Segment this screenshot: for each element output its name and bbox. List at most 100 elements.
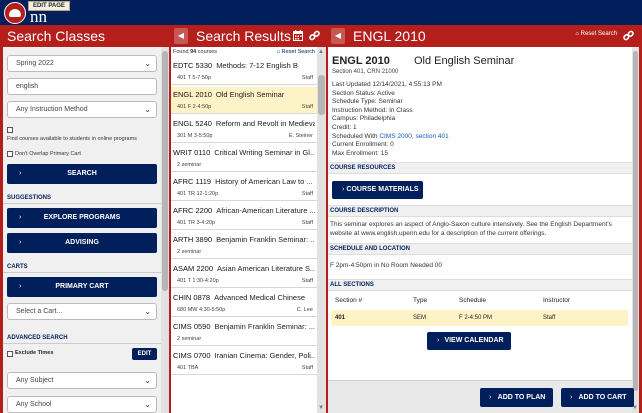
subject-select[interactable]: Any Subject ⌄ [7,372,157,389]
logo-text: nn [30,7,47,26]
chevron-left-icon: ◀ [177,31,185,40]
course-row[interactable]: ARTH 3890 Benjamin Franklin Seminar: ... 2… [171,232,317,259]
no-overlap-checkbox[interactable] [7,151,13,157]
top-bar: EDIT PAGE nn [0,0,642,25]
scheduled-with-label: Scheduled With [332,132,380,140]
course-detail-header: ◀ ENGL 2010 ⌂ Reset Search [328,25,639,47]
course-row[interactable]: WRIT 0110 Critical Writing Seminar in Gl.… [171,145,317,172]
course-row[interactable]: CIMS 0590 Benjamin Franklin Seminar: ... 2… [171,319,317,346]
middle-scrollbar[interactable]: ▲ ▼ [317,47,326,413]
course-detail-line: Instruction Method: In Class [332,106,413,114]
select-cart-dropdown[interactable]: Select a Cart... ⌄ [7,303,157,320]
explore-programs-label: EXPLORE PROGRAMS [43,214,121,221]
course-instructor: Staff [301,75,313,81]
course-detail-title: ENGL 2010 [353,28,426,44]
link-icon[interactable] [309,30,320,41]
course-code: ENGL 2010 [173,90,212,99]
section-instructor: Staff [543,315,556,321]
course-row[interactable]: AFRC 1119 History of American Law to ... 4… [171,174,317,201]
course-meta: 401 TR 12-1:20p [177,191,219,197]
course-detail-line: Section Status: Active [332,89,395,97]
course-code: AFRC 2200 [173,206,213,215]
chevron-right-icon: › [570,394,573,401]
course-meta: 401 T 5-7:50p [177,75,212,81]
course-row[interactable]: ENGL 5240 Reform and Revolt in Medieval..… [171,116,317,143]
course-row[interactable]: ENGL 2010 Old English Seminar 401 F 2-4:50… [171,87,317,114]
course-instructor: Staff [301,365,313,371]
found-count-text: Found 94 courses [173,49,217,55]
left-scroll-thumb[interactable] [162,51,168,291]
view-calendar-button[interactable]: › VIEW CALENDAR [427,332,511,350]
course-detail-line: Current Enrollment: 0 [332,141,394,149]
chevron-right-icon: › [437,337,440,344]
scheduled-with-link[interactable]: CIMS 2000, section 401 [379,133,448,140]
chevron-right-icon: › [19,239,22,246]
col-section: Section # [335,297,363,304]
course-row-title: CIMS 0700 Iranian Cinema: Gender, Poli... [173,351,315,360]
advanced-search-section-label: ADVANCED SEARCH [3,333,161,344]
course-row[interactable]: CIMS 0700 Iranian Cinema: Gender, Poli...… [171,348,317,375]
course-name: Benjamin Franklin Seminar: ... [216,235,315,244]
course-row[interactable]: AFRC 2200 African-American Literature ...… [171,203,317,230]
chevron-right-icon: › [489,394,492,401]
online-programs-checkbox[interactable] [7,127,13,133]
search-classes-header: Search Classes [3,25,169,47]
edit-times-button[interactable]: EDIT [132,348,157,360]
back-button[interactable]: ◀ [174,28,188,44]
course-row[interactable]: CHIN 0878 Advanced Medical Chinese 680 MW … [171,290,317,317]
course-row-title: CHIN 0878 Advanced Medical Chinese [173,293,315,302]
chevron-right-icon: › [342,186,345,193]
back-button[interactable]: ◀ [331,28,345,44]
course-detail-line: Campus: Philadelphia [332,115,396,123]
course-name: Advanced Medical Chinese [214,293,305,302]
term-select[interactable]: Spring 2022 ⌄ [7,55,157,72]
instruction-method-select[interactable]: Any Instruction Method ⌄ [7,101,157,118]
course-instructor: Staff [301,220,313,226]
online-programs-label: Find courses available to students in on… [7,136,137,142]
add-to-plan-button[interactable]: › ADD TO PLAN [480,388,553,407]
keyword-input[interactable]: english [7,78,157,95]
course-meta: 401 F 2-4:50p [177,104,212,110]
advising-button[interactable]: › ADVISING [7,233,157,253]
scroll-up-icon[interactable]: ▲ [318,49,324,55]
course-meta: 401 TR 3-4:20p [177,220,216,226]
subject-value: Any Subject [16,377,54,384]
carts-section-label: CARTS [3,262,161,273]
chevron-down-icon: ⌄ [144,400,151,409]
middle-scroll-thumb[interactable] [318,75,325,115]
course-row[interactable]: ASAM 2200 Asian American Literature S... 4… [171,261,317,288]
course-row-title: ENGL 2010 Old English Seminar [173,90,315,99]
right-scroll-thumb[interactable] [633,51,638,391]
explore-programs-button[interactable]: › EXPLORE PROGRAMS [7,208,157,228]
school-select[interactable]: Any School ⌄ [7,396,157,413]
primary-cart-button[interactable]: › PRIMARY CART [7,277,157,297]
left-scrollbar[interactable] [161,47,169,413]
sections-table-row[interactable]: 401 SEM F 2-4:50 PM Staff [331,310,628,326]
course-name: Critical Writing Seminar in Gl... [214,148,315,157]
reset-search-link[interactable]: ⌂ Reset Search [277,49,315,55]
course-row[interactable]: EDTC 5330 Methods: 7-12 English B 401 T 5-… [171,58,317,85]
calendar-icon[interactable] [293,30,303,41]
course-detail-line: Max Enrollment: 15 [332,149,388,157]
right-scrollbar[interactable]: ▼ [632,47,639,413]
course-row-title: WRIT 0110 Critical Writing Seminar in Gl.… [173,148,315,157]
logo[interactable]: EDIT PAGE nn [4,0,78,25]
scroll-down-icon[interactable]: ▼ [318,405,324,411]
course-name: Asian American Literature S... [217,264,315,273]
course-row-title: EDTC 5330 Methods: 7-12 English B [173,61,315,70]
link-icon[interactable] [623,30,634,41]
course-materials-button[interactable]: › COURSE MATERIALS [332,181,423,199]
results-list: Found 94 courses ⌂ Reset Search EDTC 533… [171,47,317,413]
reset-search-link[interactable]: ⌂ Reset Search [575,31,617,37]
search-button[interactable]: › SEARCH [7,164,157,184]
view-calendar-label: VIEW CALENDAR [444,337,504,344]
add-to-cart-button[interactable]: › ADD TO CART [561,388,634,407]
instruction-method-value: Any Instruction Method [16,106,88,113]
course-code: CHIN 0878 [173,293,211,302]
reset-search-label: Reset Search [580,31,617,37]
exclude-times-checkbox[interactable] [7,351,13,357]
course-code: ENGL 5240 [173,119,212,128]
course-description-text: This seminar explores an aspect of Anglo… [330,221,612,237]
add-to-cart-label: ADD TO CART [578,394,627,401]
reset-search-label: Reset Search [281,49,315,55]
